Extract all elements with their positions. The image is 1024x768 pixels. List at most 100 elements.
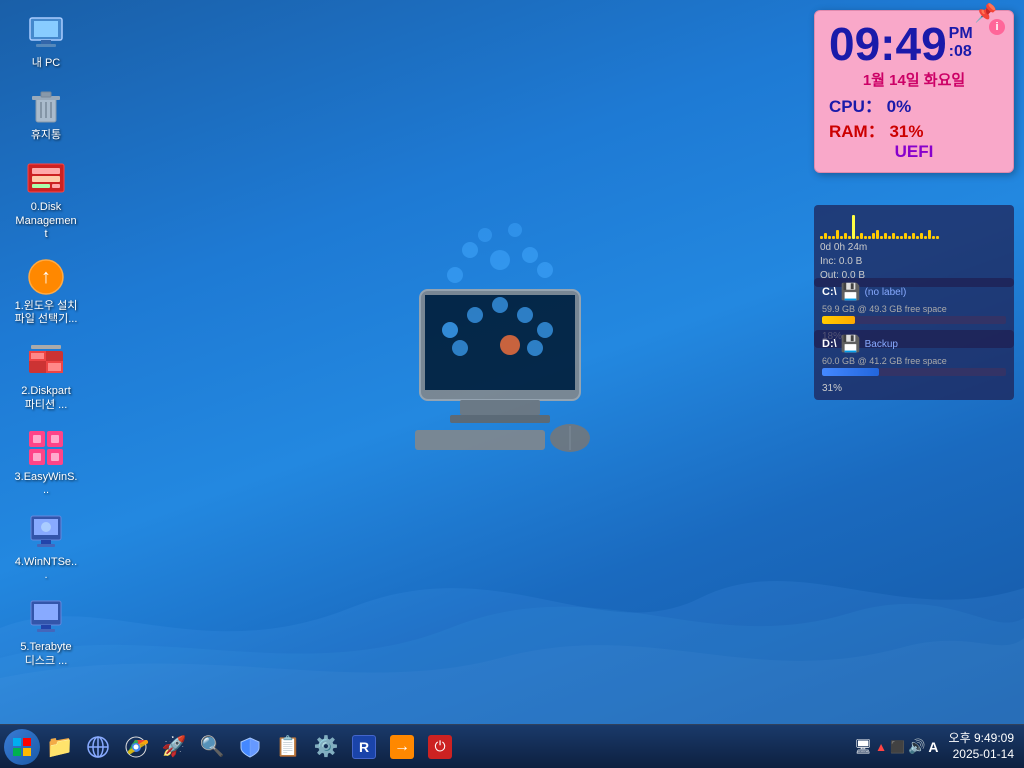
desktop-icon-windows-setup[interactable]: ↑ 1.윈도우 설치파일 선택기... [10,253,82,330]
start-button[interactable] [4,729,40,765]
desktop-icon-diskpart[interactable]: 2.Diskpart파티션 ... [10,338,82,415]
disk-management-icon [26,158,66,198]
net-bar-9 [856,236,859,239]
clock-hours: 09:49 [829,21,947,67]
easywins-icon [26,428,66,468]
winntse-label: 4.WinNTSe... [14,556,78,582]
net-bar-21 [904,233,907,239]
clock-ram: RAM： 31% [829,117,999,142]
net-bar-1 [824,233,827,239]
windows-setup-label: 1.윈도우 설치파일 선택기... [15,300,78,326]
network-uptime: 0d 0h 24m [820,241,1008,255]
disk-c-name: (no label) [865,287,907,298]
network-inc: Inc: 0.0 B [820,255,1008,269]
net-bar-28 [932,236,935,239]
net-bar-27 [928,230,931,239]
power-icon: ⏻ [428,735,452,759]
net-bar-16 [884,233,887,239]
tray-square-icon[interactable]: ⬛ [890,740,905,754]
taskbar-shield[interactable] [232,729,268,765]
taskbar-power[interactable]: ⏻ [422,729,458,765]
notes-icon: 📋 [276,734,301,759]
taskbar-chrome[interactable] [118,729,154,765]
net-bar-11 [864,236,867,239]
disk-c-drive: C:\ [822,286,837,298]
ram-value: 31% [889,122,923,141]
disk-management-label: 0.DiskManagement [14,201,78,241]
taskbar-file-explorer[interactable]: 📁 [42,729,78,765]
disk-c-size: 59.9 GB @ [822,304,867,314]
my-pc-icon [26,14,66,54]
my-pc-label: 내 PC [32,57,60,70]
desktop-icon-winntse[interactable]: 4.WinNTSe... [10,509,82,586]
taskbar-rocket[interactable]: 🚀 [156,729,192,765]
net-bar-18 [892,233,895,239]
taskbar-search[interactable]: 🔍 [194,729,230,765]
desktop-icon-disk-management[interactable]: 0.DiskManagement [10,154,82,245]
tray-clock[interactable]: 오후 9:49:09 2025-01-14 [943,731,1020,762]
search-icon: 🔍 [200,734,225,759]
taskbar-arrow-app[interactable]: → [384,729,420,765]
winntse-icon [26,513,66,553]
shield-icon [239,736,261,758]
disk-d-size-info: 60.0 GB @ 41.2 GB free space [822,356,1006,366]
disk-d-widget: D:\ 💾 Backup 60.0 GB @ 41.2 GB free spac… [814,330,1014,400]
net-bar-12 [868,236,871,239]
net-bar-24 [916,236,919,239]
tray-monitor-icon[interactable]: 🖥 [854,738,872,755]
clock-date: 1월 14일 화요일 [829,69,999,90]
net-bar-3 [832,236,835,239]
net-bar-8 [852,215,855,239]
tray-volume-icon[interactable]: 🔊 [908,738,925,755]
tray-lang-icon[interactable]: A [928,739,938,755]
disk-c-free: 49.3 GB free space [869,304,947,314]
tray-date: 2025-01-14 [949,747,1014,763]
taskbar-browser[interactable] [80,729,116,765]
disk-c-bar-used [822,316,855,324]
taskbar-tray: 🖥 ▲ ⬛ 🔊 A 오후 9:49:09 2025-01-14 [854,731,1020,762]
clock-time-display: 09:49 PM :08 [829,21,999,67]
tray-up-icon[interactable]: ▲ [875,740,887,754]
gear-icon: ⚙️ [314,734,339,759]
disk-c-size-info: 59.9 GB @ 49.3 GB free space [822,304,1006,314]
taskbar-r-app[interactable]: R [346,729,382,765]
tray-time: 오후 9:49:09 [949,731,1014,747]
center-monitor-illustration [350,160,650,480]
network-graph [820,209,1008,239]
disk-d-percent: 31% [822,383,842,394]
net-bar-23 [912,233,915,239]
taskbar-settings[interactable]: ⚙️ [308,729,344,765]
desktop-icon-recycle-bin[interactable]: 휴지통 [10,82,82,146]
recycle-bin-icon [26,86,66,126]
taskbar: 📁 🚀 [0,724,1024,768]
desktop-icon-easywins[interactable]: 3.EasyWinS... [10,424,82,501]
clock-seconds: :08 [949,43,973,61]
net-bar-19 [896,236,899,239]
rocket-icon: 🚀 [162,734,187,759]
r-app-icon: R [352,735,376,759]
net-bar-29 [936,236,939,239]
net-bar-10 [860,233,863,239]
desktop-icon-my-pc[interactable]: 내 PC [10,10,82,74]
start-icon [4,729,40,765]
desktop-icons: 내 PC 휴지통 [10,10,82,672]
net-bar-17 [888,236,891,239]
taskbar-notes[interactable]: 📋 [270,729,306,765]
chrome-icon [124,735,148,759]
net-bar-15 [880,236,883,239]
terabyte-icon [26,598,66,638]
cpu-value: 0% [887,97,912,116]
recycle-bin-label: 휴지통 [31,129,61,142]
svg-text:↑: ↑ [41,266,51,288]
clock-ampm: PM [949,25,973,43]
diskpart-label: 2.Diskpart파티션 ... [21,385,71,411]
disk-c-bar-container [822,316,1006,324]
clock-cpu: CPU： 0% [829,92,999,117]
net-bar-2 [828,236,831,239]
desktop-icon-terabyte[interactable]: 5.Terabyte디스크 ... [10,594,82,671]
network-widget: 0d 0h 24m Inc: 0.0 B Out: 0.0 B [814,205,1014,287]
clock-uefi: UEFI [829,142,999,162]
arrow-icon: → [390,735,414,759]
net-bar-26 [924,236,927,239]
diskpart-icon [26,342,66,382]
